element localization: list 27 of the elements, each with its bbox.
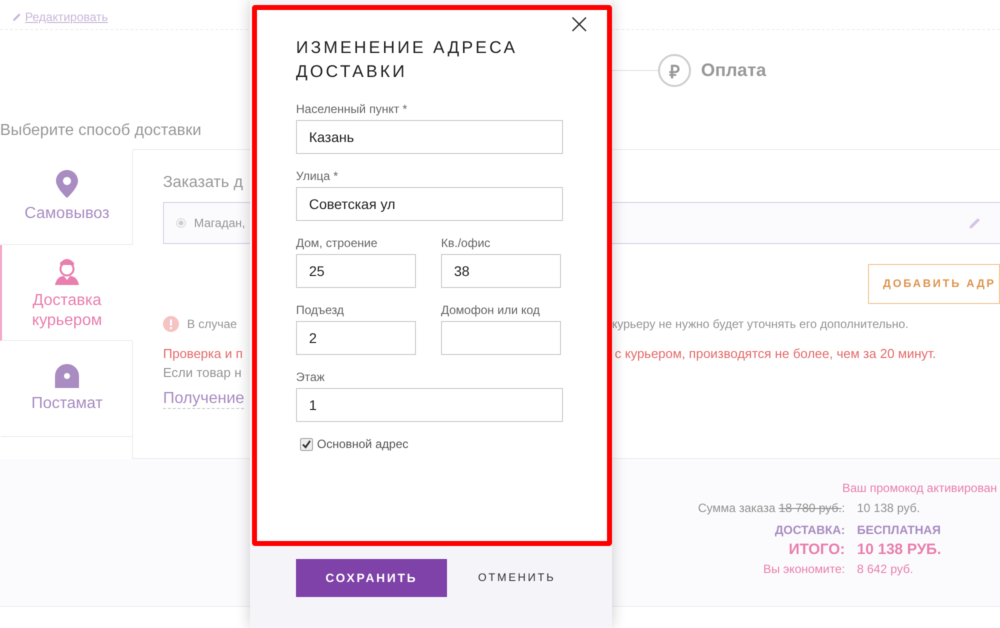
- notice-text: В случае: [187, 317, 237, 331]
- modal-title: ИЗМЕНЕНИЕ АДРЕСА ДОСТАВКИ: [296, 37, 518, 83]
- ruble-icon: ₽: [658, 54, 691, 87]
- checkbox-label: Основной адрес: [317, 437, 408, 451]
- field-label: Населенный пункт *: [296, 102, 408, 116]
- field-label: Этаж: [296, 370, 326, 384]
- summary-value: БЕСПЛАТНАЯ: [857, 523, 941, 537]
- summary-label: Сумма заказа 18 780 руб.:: [696, 501, 845, 515]
- field-label: Домофон или код: [441, 303, 541, 317]
- notice-text: курьеру не нужно будет уточнять его дополнительно.: [612, 317, 909, 331]
- info-text: Если товар н: [163, 365, 242, 380]
- warning-text: Проверка и п: [163, 346, 243, 361]
- summary-label: ИТОГО:: [788, 541, 845, 558]
- summary-value: 8 642 руб.: [857, 562, 914, 576]
- summary-value: 10 138 руб.: [857, 501, 920, 515]
- field-label: Улица *: [296, 169, 340, 183]
- section-title: Выберите способ доставки: [0, 121, 202, 141]
- summary-label: ДОСТАВКА:: [774, 523, 845, 537]
- field-label: Кв./офис: [441, 236, 492, 250]
- order-heading: Заказать д: [163, 174, 243, 193]
- summary-value: 10 138 РУБ.: [857, 541, 942, 558]
- step-label: Оплата: [701, 60, 766, 81]
- warning-text: с курьером, производятся не более, чем за 20 минут.: [614, 346, 936, 361]
- field-label: Дом, строение: [296, 236, 378, 250]
- field-label: Подъезд: [296, 303, 345, 317]
- promo-status: Ваш промокод активирован: [842, 481, 997, 495]
- summary-label: Вы экономите:: [762, 562, 845, 576]
